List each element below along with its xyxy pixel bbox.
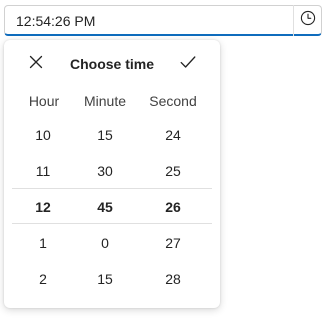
minute-option[interactable]: 30 <box>97 162 113 180</box>
second-option[interactable]: 27 <box>165 234 181 252</box>
time-row: 2 15 28 <box>4 260 220 296</box>
hour-option[interactable]: 2 <box>39 270 47 288</box>
time-picker-popup: Choose time Hour Minute Second 10 15 24 … <box>4 40 220 308</box>
hour-option[interactable]: 1 <box>39 234 47 252</box>
second-option[interactable]: 25 <box>165 162 181 180</box>
clock-icon <box>300 10 316 31</box>
second-header: Second <box>149 93 197 109</box>
time-row: 1 0 27 <box>4 224 220 260</box>
minute-option[interactable]: 0 <box>101 234 109 252</box>
second-option[interactable]: 24 <box>165 126 181 144</box>
clock-button[interactable] <box>293 5 321 36</box>
confirm-button[interactable] <box>176 52 200 76</box>
minute-option[interactable]: 15 <box>97 126 113 144</box>
minute-option[interactable]: 15 <box>97 270 113 288</box>
minute-header: Minute <box>83 93 127 109</box>
selected-time-row: 12 45 26 <box>12 188 212 224</box>
hour-header: Hour <box>28 93 60 109</box>
checkmark-icon <box>180 55 196 74</box>
second-option[interactable]: 28 <box>165 270 181 288</box>
hour-option[interactable]: 10 <box>35 126 51 144</box>
time-input[interactable]: 12:54:26 PM <box>4 5 322 36</box>
time-input-value[interactable]: 12:54:26 PM <box>16 12 95 30</box>
picker-header: Choose time <box>4 40 220 88</box>
selected-minute[interactable]: 45 <box>97 198 113 216</box>
time-rows: 10 15 24 11 30 25 12 45 26 1 0 27 2 15 2… <box>4 116 220 296</box>
selected-hour[interactable]: 12 <box>35 198 51 216</box>
time-row: 10 15 24 <box>4 116 220 152</box>
column-headers: Hour Minute Second <box>4 92 220 110</box>
hour-option[interactable]: 11 <box>36 162 51 180</box>
selected-second[interactable]: 26 <box>165 198 181 216</box>
time-row: 11 30 25 <box>4 152 220 188</box>
